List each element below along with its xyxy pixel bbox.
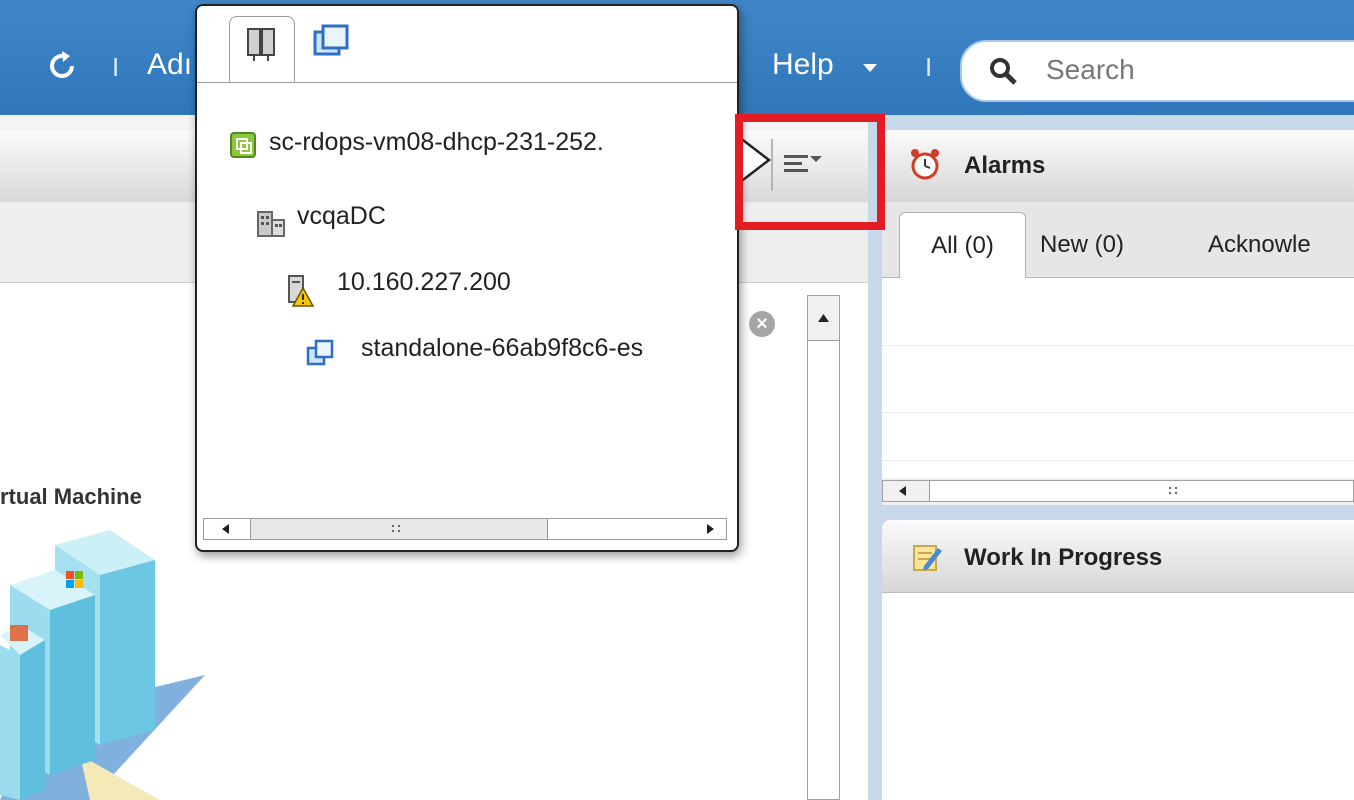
tree-item-datacenter[interactable]: vcqaDC [297,202,386,231]
vcenter-icon [230,132,256,158]
list-divider [882,345,1354,346]
help-menu[interactable]: Help [772,48,834,82]
scroll-up-button[interactable] [808,296,839,341]
alarm-clock-icon [911,149,939,180]
tab-acknowledged[interactable]: Acknowle [1208,212,1311,278]
search-input[interactable]: Search [960,40,1354,102]
scroll-grip-icon [1169,487,1177,494]
search-icon [990,58,1017,85]
work-in-progress-body [882,593,1354,800]
tab-all[interactable]: All (0) [899,212,1026,279]
alarms-list [882,278,1354,478]
inventory-tree-popup: sc-rdops-vm08-dhcp-231-252. vcqaDC 10.16… [195,4,739,552]
chevron-down-icon [863,64,877,72]
close-icon[interactable]: × [749,311,775,337]
tab-new[interactable]: New (0) [1040,212,1124,278]
scroll-right-icon[interactable] [704,522,718,536]
alarms-horizontal-scrollbar[interactable] [882,480,1354,502]
admin-menu[interactable]: Adı [147,48,192,82]
tab-vms-templates[interactable] [301,16,367,82]
popup-horizontal-scrollbar[interactable] [203,518,727,540]
host-warning-icon [288,275,315,307]
scroll-left-button[interactable] [883,481,930,501]
scroll-left-icon[interactable] [218,522,232,536]
datacenter-icon [257,211,285,237]
highlight-box [735,114,885,230]
tree-item-host[interactable]: 10.160.227.200 [337,268,511,297]
search-placeholder: Search [1046,54,1135,85]
scroll-thumb[interactable] [250,519,548,539]
virtual-machine-illustration-icon [0,530,205,800]
alarms-title: Alarms [964,152,1046,179]
refresh-icon[interactable] [44,48,80,84]
header-separator: I [925,52,933,82]
notepad-pencil-icon [913,545,942,571]
hosts-clusters-icon [247,28,275,61]
tree-item-vcenter[interactable]: sc-rdops-vm08-dhcp-231-252. [269,128,604,157]
work-in-progress-title: Work In Progress [964,544,1163,571]
list-divider [882,460,1354,461]
header-separator: I [112,52,120,82]
tree-item-resource[interactable]: standalone-66ab9f8c6-es [361,334,643,363]
vms-templates-icon [313,24,349,56]
tab-hosts-clusters[interactable] [229,16,295,82]
vertical-scrollbar[interactable] [807,295,840,800]
list-divider [882,412,1354,413]
resource-pool-icon [306,339,334,366]
virtual-machine-label: rtual Machine [0,484,142,509]
alarms-header [882,130,1354,203]
scroll-grip-icon [392,525,400,532]
